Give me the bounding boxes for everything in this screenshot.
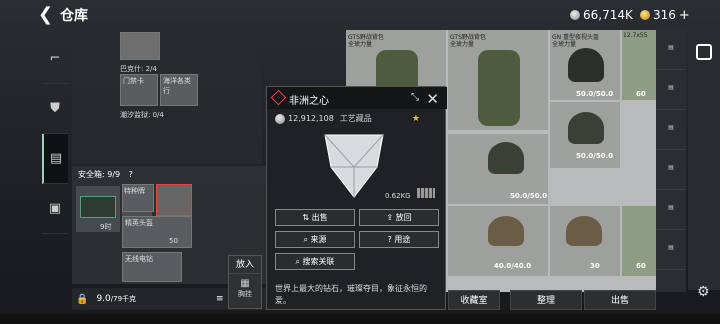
gold-coin-icon [640,10,650,20]
category-tab[interactable]: ▤ [656,110,686,150]
help-icon[interactable]: ? [129,170,133,179]
stash-item-backpack[interactable]: GTS野战背包 全琥力量 [448,30,548,130]
item-price: 12,912,108 工艺藏品 ★ [275,113,420,124]
dialog-header: 非洲之心 ⤡ ✕ [267,87,447,109]
container-label: 潮汐监狱: 0/4 [120,111,164,119]
stash-item-helmet[interactable]: 40.0/40.0 [448,206,548,276]
item-tile[interactable] [120,32,160,60]
helmet-icon [488,142,524,174]
collection-room-button[interactable]: 收藏室 [448,290,500,310]
sell-icon: ⇅ [302,213,312,222]
category-tabs: ▤ ▤ ▤ ▤ ▤ ▤ [656,30,686,292]
diamond-image [324,134,384,198]
ocean-item-tile[interactable]: 海洋各类行 [160,74,198,106]
items-tab-icon[interactable]: ▤ [42,134,68,184]
safe-box-title: 安全箱: 9/9 ? [72,166,268,182]
right-sidebar: ⚙ [688,30,720,300]
put-in-button[interactable]: 放入 [229,256,261,274]
stash-item-helmet[interactable]: 50.0/50.0 [550,102,620,168]
container-label: 巴克什: 2/4 [120,65,157,73]
warehouse-screen: ❮ 仓库 66,714K 316 + ⌐ ⛊ ▤ ▣ 巴克什: 2/4 门禁卡 … [0,0,720,324]
action-popover: 放入 ▦ 胸挂 [228,255,262,309]
container-list: 巴克什: 2/4 门禁卡 海洋各类行 潮汐监狱: 0/4 [72,30,262,164]
chest-rig-icon: ▦ [240,278,250,289]
stash-item-helmet[interactable]: 50.0/50.0 [448,134,548,204]
size-grid-icon [416,188,435,198]
silver-coin-icon [570,10,580,20]
category-tab[interactable]: ▤ [656,30,686,70]
stash-item-ammo[interactable]: 12.7x55 60 [622,30,656,100]
special-card-tile[interactable]: 特种牌 [122,184,154,212]
chest-rig-slot[interactable]: ▦ 胸挂 [229,274,261,310]
bottom-strip [0,314,720,324]
favorite-star-icon[interactable]: ★ [412,114,420,124]
sell-button[interactable]: ⇅ 出售 [275,209,355,226]
armor-tab-icon[interactable]: ⛊ [42,84,68,134]
stash-item-ammo[interactable]: 60 [622,206,656,276]
organize-button[interactable]: 整理 [510,290,582,310]
category-tab[interactable]: ▤ [656,70,686,110]
put-back-button[interactable]: ⇪ 放回 [359,209,439,226]
home-icon[interactable] [696,44,712,60]
helmet-icon [568,112,604,144]
category-tab[interactable]: ▤ [656,150,686,190]
helmet-icon [566,216,602,246]
category-tab[interactable]: ▤ [656,190,686,230]
left-nav: ⌐ ⛊ ▤ ▣ [42,34,68,290]
add-gold-icon[interactable]: + [679,8,690,23]
wireless-drill-tile[interactable]: 无线电钻 [122,252,182,282]
stash-item-nv-helmet[interactable]: GN 重型夜视头盔 全琥力量 50.0/50.0 [550,30,620,100]
weapon-tab-icon[interactable]: ⌐ [42,34,68,84]
item-name: 非洲之心 [289,96,329,107]
diamond-selected-tile[interactable] [156,184,192,216]
list-icon[interactable]: ≡ [216,294,224,304]
item-description: 世界上最大的钻石，璀璨夺目，象征永恒的爱。 [275,284,427,305]
safe-case-icon [80,196,116,218]
collapse-icon[interactable]: ⤡ [411,92,419,103]
backpack-icon [478,50,520,126]
helmet-icon [568,48,604,82]
gold-currency[interactable]: 316 + [640,6,690,24]
stash-item-helmet[interactable]: 30 [550,206,620,276]
lock-icon: 🔒 [76,293,89,305]
close-icon[interactable]: ✕ [426,90,439,108]
safe-case-slot[interactable]: 9时 [76,186,120,232]
silver-currency: 66,714K [570,6,633,24]
search-icon: ⌕ [303,235,311,244]
case-tab-icon[interactable]: ▣ [42,184,68,234]
silver-coin-icon [275,113,285,124]
sell-all-button[interactable]: 出售 [584,290,656,310]
item-detail-dialog: 非洲之心 ⤡ ✕ 12,912,108 工艺藏品 ★ 0.62KG ⇅ 出售 ⇪… [266,86,447,310]
search-related-button[interactable]: ⌕ 搜索关联 [275,253,355,270]
category-tab[interactable]: ▤ [656,230,686,270]
elite-helmet-tile[interactable]: 精英头盔 50 [122,216,192,248]
item-weight: 0.62KG [385,188,435,200]
helmet-icon [488,216,524,246]
access-card-tile[interactable]: 门禁卡 [120,74,158,106]
rarity-diamond-icon [270,89,287,106]
settings-gear-icon[interactable]: ⚙ [697,284,710,300]
top-bar: ❮ 仓库 66,714K 316 + [0,0,720,30]
item-tag: 工艺藏品 [339,114,372,123]
upload-icon: ⇪ [386,213,396,222]
page-title: 仓库 [60,8,88,24]
source-button[interactable]: ⌕ 来源 [275,231,355,248]
back-arrow-icon[interactable]: ❮ [38,5,58,25]
search-icon: ⌕ [295,257,303,266]
usage-button[interactable]: ? 用途 [359,231,439,248]
safe-timer: 9时 [100,223,112,231]
